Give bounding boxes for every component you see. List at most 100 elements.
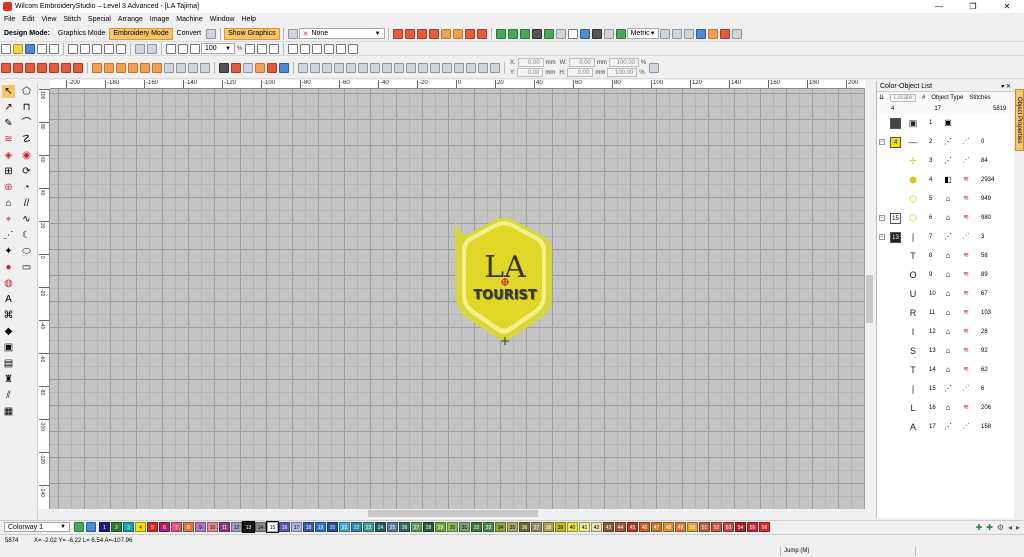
stitch-edit-icon[interactable]: ⌖ [2,213,15,226]
node-icon[interactable]: ✦ [2,245,15,258]
show-outlines-icon[interactable] [300,43,311,54]
parallel-icon[interactable]: // [20,197,33,210]
show-hoop-icon[interactable] [348,43,359,54]
color-swatch[interactable]: 23 [363,522,374,532]
collapse-icon[interactable]: − [879,139,885,145]
color-swatch[interactable]: 29 [435,522,446,532]
menu-arrange[interactable]: Arrange [118,16,143,23]
color-swatch[interactable]: 10 [207,522,218,532]
column-b-icon[interactable] [104,62,114,73]
embroidery-mode-button[interactable]: Embroidery Mode [109,27,173,40]
trace-icon[interactable]: ⊛ [2,181,15,194]
new-icon[interactable] [1,43,11,54]
color-swatch[interactable]: 4 [135,522,146,532]
lettering-tool-icon[interactable] [152,62,162,73]
pen-icon[interactable]: ✎ [2,117,15,130]
color-swatch[interactable]: 20 [327,522,338,532]
color-swatch[interactable]: 50 [687,522,698,532]
color-swatch[interactable]: 16 [279,522,290,532]
color-chip[interactable]: 4 [890,137,901,148]
complex-fill-tool-icon[interactable] [128,62,138,73]
rotate-left-icon[interactable] [430,62,440,73]
align-left-icon[interactable] [298,62,308,73]
hoop-icon[interactable] [671,28,682,39]
print-preview-icon[interactable] [49,43,59,54]
color-swatch[interactable]: 27 [411,522,422,532]
step-icon[interactable] [61,62,71,73]
weld-icon[interactable] [519,28,530,39]
color-swatch[interactable]: 35 [507,522,518,532]
color-swatch[interactable]: 9 [195,522,206,532]
object-row[interactable]: T 14 ⌂ ≋ 62 [877,361,1014,380]
color-swatch[interactable]: 12 [231,522,242,532]
color-swatch[interactable]: 38 [543,522,554,532]
hide-icon[interactable] [466,62,476,73]
vertical-scrollbar[interactable] [865,89,874,517]
fabric-tool-icon[interactable]: ▤ [2,357,15,370]
color-select-icon[interactable] [243,62,253,73]
globe-icon[interactable] [206,28,217,39]
color-dot-icon[interactable] [231,62,241,73]
color-swatch[interactable]: 56 [759,522,770,532]
select-arrow-icon[interactable]: ↖ [2,85,15,98]
color-swatch[interactable]: 54 [735,522,746,532]
colorway-dropdown[interactable]: Colorway 1 ▼ [4,522,70,532]
monogram-tool-icon[interactable]: ⌘ [2,309,15,322]
hat-icon[interactable]: ♜ [2,373,15,386]
color-swatch[interactable]: 7 [171,522,182,532]
object-row[interactable]: S 13 ⌂ ≋ 92 [877,342,1014,361]
width-field[interactable]: 0.00 [568,58,595,67]
horizontal-scroll-thumb[interactable] [368,510,538,517]
cut-icon[interactable] [68,43,78,54]
color-swatch[interactable]: 32 [471,522,482,532]
paste-icon[interactable] [92,43,102,54]
lock-object-icon[interactable] [454,62,464,73]
color-swatch[interactable]: 25 [387,522,398,532]
colorway-editor-icon[interactable] [74,522,84,532]
group-icon[interactable] [382,62,392,73]
polygon-select-icon[interactable]: ⬠ [20,85,33,98]
color-swatch[interactable]: 48 [663,522,674,532]
machine-icon[interactable]: ▦ [2,405,15,418]
color-swatch[interactable]: 37 [531,522,542,532]
horizontal-scrollbar[interactable] [50,509,865,518]
collapse-icon[interactable]: − [879,234,885,240]
duplicate-icon[interactable] [116,43,126,54]
object-row[interactable]: ✢ 3 ⋰ ⋰ 84 [877,152,1014,171]
stipple-icon[interactable] [464,28,475,39]
object-row[interactable]: −4 — 2 ⋰ ⋰ 0 [877,133,1014,152]
panel-pin-close-icon[interactable]: ▾ ✕ [1001,83,1011,90]
color-list-icon[interactable] [86,522,96,532]
measure-icon[interactable] [683,28,694,39]
color-swatch[interactable]: 36 [519,522,530,532]
color-swatch[interactable]: 24 [375,522,386,532]
arrow-tool-icon[interactable]: ⌂ [2,197,15,210]
zoom-icon[interactable] [166,43,176,54]
rotate-right-icon[interactable] [442,62,452,73]
color-swatch[interactable]: 1 [99,522,110,532]
monogram-icon[interactable] [164,62,174,73]
align-middle-icon[interactable] [346,62,356,73]
object-row[interactable]: ⬢ 4 ◧ ≋ 2934 [877,171,1014,190]
show-grid-icon[interactable] [336,43,347,54]
color-swatch[interactable]: 41 [579,522,590,532]
triple-run-icon[interactable] [13,62,23,73]
tatami-stitch-icon[interactable] [73,62,83,73]
color-swatch[interactable]: 15 [266,521,279,533]
redo-icon[interactable] [147,43,157,54]
column-c-icon[interactable] [116,62,126,73]
cross-stitch-icon[interactable] [452,28,463,39]
team-names-icon[interactable] [176,62,186,73]
tie-icon[interactable] [543,28,554,39]
color-swatch[interactable]: 55 [747,522,758,532]
color-swatch[interactable]: 30 [447,522,458,532]
column-digitize-icon[interactable]: ⊞ [2,165,15,178]
print-icon[interactable] [37,43,47,54]
color-swatch[interactable]: 11 [219,522,230,532]
menu-edit[interactable]: Edit [22,16,34,23]
color-swatch[interactable]: 33 [483,522,494,532]
color-swatch[interactable]: 21 [339,522,350,532]
y-field[interactable]: 0.00 [517,68,544,77]
fill-holes-icon[interactable]: ◆ [2,325,15,338]
color-swatch[interactable]: 18 [303,522,314,532]
